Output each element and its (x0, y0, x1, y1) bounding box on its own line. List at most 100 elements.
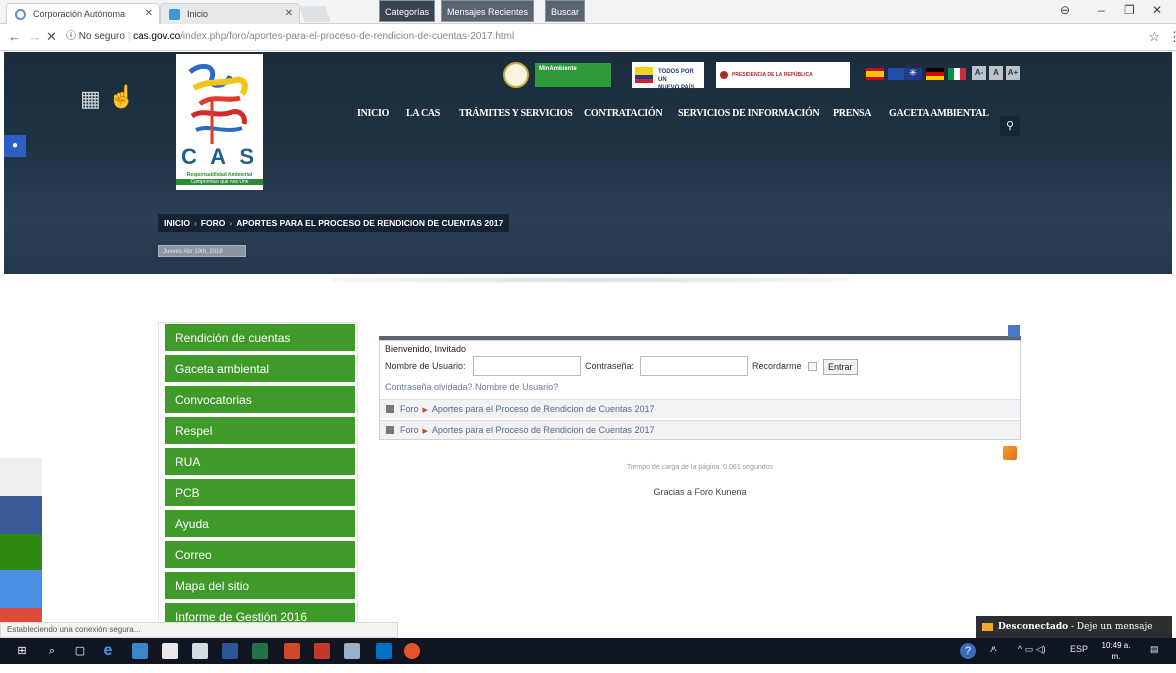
nav-la-cas[interactable]: LA CAS (406, 108, 440, 119)
sidebar-menu: Rendición de cuentas Gaceta ambiental Co… (158, 322, 358, 630)
tab-buscar[interactable]: Buscar (545, 0, 586, 22)
store-icon[interactable] (162, 643, 178, 659)
new-tab-button[interactable] (299, 6, 331, 22)
windows-start-icon[interactable]: ⊞ (14, 643, 30, 659)
browser-tabbar: Corporación Autónoma ✕ Inicio ✕ ⊖ – ❐ ✕ (0, 0, 1176, 24)
stop-icon[interactable]: ✕ (46, 29, 57, 45)
facebook-button[interactable] (0, 496, 42, 534)
trail-root[interactable]: Foro (400, 425, 419, 435)
browser-tab-inicio[interactable]: Inicio ✕ (160, 3, 300, 24)
minimize-icon[interactable]: – (1098, 3, 1105, 17)
people-icon[interactable]: ዶ (990, 644, 997, 655)
nav-tramites[interactable]: TRÁMITES Y SERVICIOS (459, 108, 573, 119)
photos-icon[interactable] (344, 643, 360, 659)
social-green-button[interactable] (0, 534, 42, 570)
sidebar-item-correo[interactable]: Correo (165, 541, 355, 570)
logo-tagline: Responsabilidad Ambiental (186, 172, 253, 178)
forward-icon[interactable]: → (28, 29, 41, 44)
sidebar-item-convocatorias[interactable]: Convocatorias (165, 386, 355, 415)
windows-taskbar: ⊞ ⌕ ▢ e ? ዶ ^ ▭ ◁) ESP 10:49 a. m. 19/04… (0, 638, 1176, 672)
nav-servicios-informacion[interactable]: SERVICIOS DE INFORMACIÓN (678, 108, 820, 119)
url-field[interactable]: ⓘ No seguro | cas.gov.co/index.php/foro/… (66, 28, 1162, 46)
nav-gaceta-ambiental[interactable]: GACETA AMBIENTAL (889, 108, 989, 119)
font-increase-button[interactable]: A+ (1006, 66, 1020, 80)
back-icon[interactable]: ← (8, 29, 21, 44)
google-plus-button[interactable] (0, 608, 42, 622)
powerpoint-icon[interactable] (284, 643, 300, 659)
browser-tab-cas[interactable]: Corporación Autónoma ✕ (6, 3, 160, 24)
german-flag-icon[interactable] (926, 68, 944, 80)
sidebar-item-mapa[interactable]: Mapa del sitio (165, 572, 355, 601)
password-label: Contraseña: (585, 361, 635, 371)
spanish-flag-icon[interactable] (866, 68, 884, 80)
twitter-button[interactable] (0, 570, 42, 608)
username-input[interactable] (473, 356, 581, 376)
nav-contratacion[interactable]: CONTRATACIÓN (584, 108, 663, 119)
close-icon[interactable]: ✕ (145, 4, 153, 24)
word-icon[interactable] (222, 643, 238, 659)
search-button[interactable]: ⚲ (1000, 116, 1020, 136)
restore-icon[interactable]: ❐ (1124, 3, 1135, 17)
app-icon[interactable] (314, 643, 330, 659)
url-domain: cas.gov.co (133, 31, 181, 42)
side-toggle-button[interactable]: ● (4, 135, 26, 157)
tray-icons[interactable]: ^ ▭ ◁) (1018, 644, 1046, 655)
sidebar-item-pcb[interactable]: PCB (165, 479, 355, 508)
tab-categorias[interactable]: Categorías (379, 0, 436, 22)
chrome-icon[interactable] (404, 643, 420, 659)
presidencia-badge[interactable]: PRESIDENCIA DE LA REPÚBLICA (716, 62, 850, 88)
minambiente-badge[interactable]: MinAmbiente (503, 62, 611, 88)
system-clock[interactable]: 10:49 a. m. 19/04/2018 (1098, 640, 1138, 673)
font-normal-button[interactable]: A (989, 66, 1003, 80)
password-input[interactable] (640, 356, 748, 376)
sidebar-item-rua[interactable]: RUA (165, 448, 355, 477)
italian-flag-icon[interactable] (948, 68, 966, 80)
window-close-icon[interactable]: ✕ (1152, 3, 1162, 17)
sidebar-item-ayuda[interactable]: Ayuda (165, 510, 355, 539)
collapse-icon[interactable] (1008, 325, 1020, 337)
language-indicator[interactable]: ESP (1070, 644, 1088, 654)
remember-checkbox[interactable] (808, 362, 817, 371)
breadcrumb-foro[interactable]: FORO (201, 218, 226, 228)
minambiente-label: MinAmbiente (535, 63, 611, 87)
mail-icon[interactable] (192, 643, 208, 659)
outlook-icon[interactable] (376, 643, 392, 659)
forgot-credentials-link[interactable]: Contraseña olvidada? Nombre de Usuario? (385, 382, 558, 392)
profile-icon[interactable]: ⊖ (1060, 3, 1070, 17)
breadcrumb-inicio[interactable]: INICIO (164, 218, 190, 228)
trail-root[interactable]: Foro (400, 404, 419, 414)
trail-page[interactable]: Aportes para el Proceso de Rendicion de … (432, 404, 655, 414)
hand-pointer-icon[interactable]: ☝ (108, 84, 135, 110)
sidebar-item-rendicion[interactable]: Rendición de cuentas (165, 324, 355, 353)
menu-icon[interactable]: ⋮ (1168, 29, 1176, 45)
trail-page[interactable]: Aportes para el Proceso de Rendicion de … (432, 425, 655, 435)
edge-icon[interactable]: e (100, 643, 116, 659)
search-icon: ⚲ (1005, 120, 1015, 132)
toggle-icon: ● (11, 140, 19, 151)
nav-inicio[interactable]: INICIO (357, 108, 389, 119)
nav-prensa[interactable]: PRENSA (833, 108, 872, 119)
explorer-icon[interactable] (132, 643, 148, 659)
chat-widget[interactable]: Desconectado - Deje un mensaje (976, 616, 1172, 638)
notifications-icon[interactable]: ▤ (1150, 644, 1159, 655)
task-view-icon[interactable]: ▢ (72, 643, 88, 659)
bookmark-star-icon[interactable]: ☆ (1148, 29, 1160, 45)
kunena-credits[interactable]: Gracias a Foro Kunena (380, 487, 1020, 497)
sidebar-item-gaceta[interactable]: Gaceta ambiental (165, 355, 355, 384)
todos-por-un-nuevo-pais-badge[interactable]: TODOS POR UN NUEVO PAÍS (632, 62, 704, 91)
accessibility-icon[interactable]: ▦ (80, 86, 101, 112)
social-blank (0, 458, 42, 496)
url-path: /index.php/foro/aportes-para-el-proceso-… (180, 31, 515, 42)
cas-logo[interactable]: C A S Responsabilidad Ambiental Compromi… (176, 54, 263, 190)
uk-flag-icon[interactable]: ✳ (904, 68, 922, 80)
excel-icon[interactable] (252, 643, 268, 659)
font-decrease-button[interactable]: A- (972, 66, 986, 80)
sidebar-item-respel[interactable]: Respel (165, 417, 355, 446)
tab-mensajes-recientes[interactable]: Mensajes Recientes (441, 0, 535, 22)
rss-icon[interactable] (1003, 446, 1017, 460)
login-button[interactable]: Entrar (823, 359, 858, 375)
info-icon[interactable]: ⓘ (66, 31, 76, 42)
close-icon[interactable]: ✕ (285, 4, 293, 24)
search-icon[interactable]: ⌕ (44, 643, 60, 659)
help-icon[interactable]: ? (960, 643, 976, 659)
